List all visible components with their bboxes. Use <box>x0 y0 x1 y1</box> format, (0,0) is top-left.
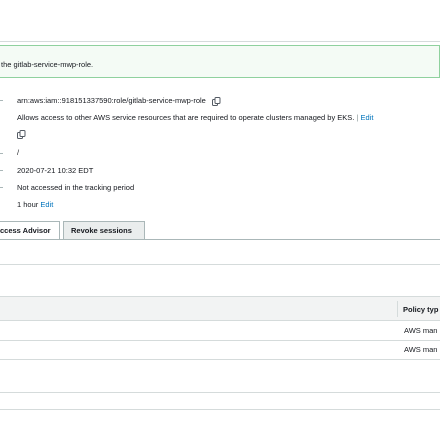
column-header-policy-type[interactable]: Policy typ <box>403 305 438 314</box>
tab-revoke-sessions[interactable]: Revoke sessions <box>63 221 145 239</box>
column-divider <box>397 301 398 317</box>
role-arn-row: arn:aws:iam::918151337590:role/gitlab-se… <box>17 96 221 106</box>
banner-text: the gitlab-service-mwp-role. <box>1 60 94 69</box>
copy-icon[interactable] <box>17 129 26 139</box>
label-mark-arn <box>0 100 3 101</box>
section-divider <box>0 392 440 393</box>
tabs-baseline <box>0 239 440 240</box>
table-row-divider <box>0 340 440 341</box>
section-divider <box>0 264 440 265</box>
tab-access-advisor[interactable]: ccess Advisor <box>0 221 60 239</box>
creation-time: 2020-07-21 10:32 EDT <box>17 166 94 175</box>
success-banner: the gitlab-service-mwp-role. <box>0 45 440 78</box>
copy-row <box>17 129 26 139</box>
section-divider <box>0 409 440 410</box>
edit-description-link[interactable]: Edit <box>361 113 374 122</box>
label-mark-activity <box>0 187 3 188</box>
edit-session-duration-link[interactable]: Edit <box>40 200 53 209</box>
max-session-row: 1 hour Edit <box>17 200 53 209</box>
table-row-divider <box>0 359 440 360</box>
policy-type-cell: AWS man <box>404 326 438 335</box>
policy-type-cell: AWS man <box>404 345 438 354</box>
tab-revoke-sessions-label: Revoke sessions <box>71 226 132 235</box>
description-separator: | <box>356 113 359 122</box>
last-activity: Not accessed in the tracking period <box>17 183 135 192</box>
copy-arn-icon[interactable] <box>211 96 221 106</box>
max-session-duration: 1 hour <box>17 200 39 209</box>
role-arn: arn:aws:iam::918151337590:role/gitlab-se… <box>17 96 206 105</box>
tab-access-advisor-label: ccess Advisor <box>0 226 51 235</box>
role-description-row: Allows access to other AWS service resou… <box>17 113 373 122</box>
role-path: / <box>17 148 20 157</box>
header-divider <box>0 41 440 42</box>
policies-table-header: Policy typ <box>0 296 440 321</box>
label-mark-path <box>0 153 3 154</box>
role-description: Allows access to other AWS service resou… <box>17 113 355 122</box>
label-mark-creation <box>0 170 3 171</box>
